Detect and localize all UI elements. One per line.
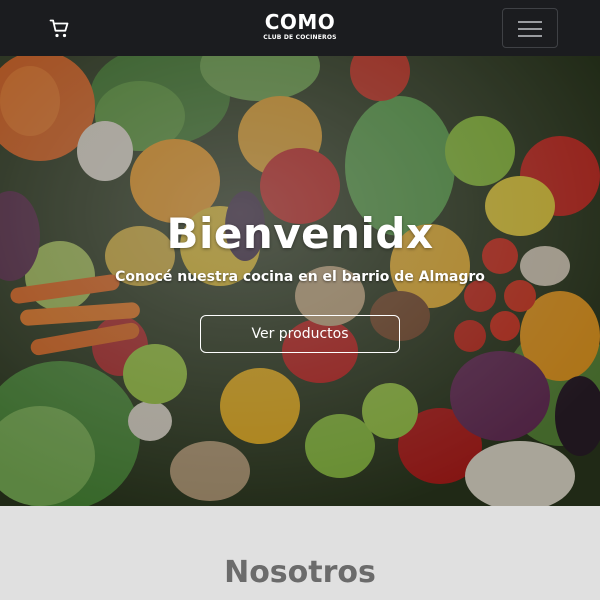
navbar-toggle-button[interactable] <box>502 8 558 48</box>
logo-wordmark: COMO <box>264 10 336 34</box>
ver-productos-button[interactable]: Ver productos <box>200 315 400 353</box>
shopping-cart-icon <box>49 19 69 38</box>
brand-logo[interactable]: COMO CLUB DE COCINEROS <box>240 12 360 44</box>
cart-link[interactable] <box>48 17 72 41</box>
menu-bar <box>518 28 542 30</box>
menu-bar <box>518 35 542 37</box>
hero-subtitle: Conocé nuestra cocina en el barrio de Al… <box>115 269 485 285</box>
logo-tagline: CLUB DE COCINEROS <box>263 34 337 41</box>
about-section: Nosotros <box>0 506 600 600</box>
section-title-nosotros: Nosotros <box>224 555 376 590</box>
menu-bar <box>518 21 542 23</box>
hero-title: Bienvenidx <box>166 209 434 258</box>
navbar: COMO CLUB DE COCINEROS <box>0 0 600 56</box>
hero-section: Bienvenidx Conocé nuestra cocina en el b… <box>0 56 600 506</box>
